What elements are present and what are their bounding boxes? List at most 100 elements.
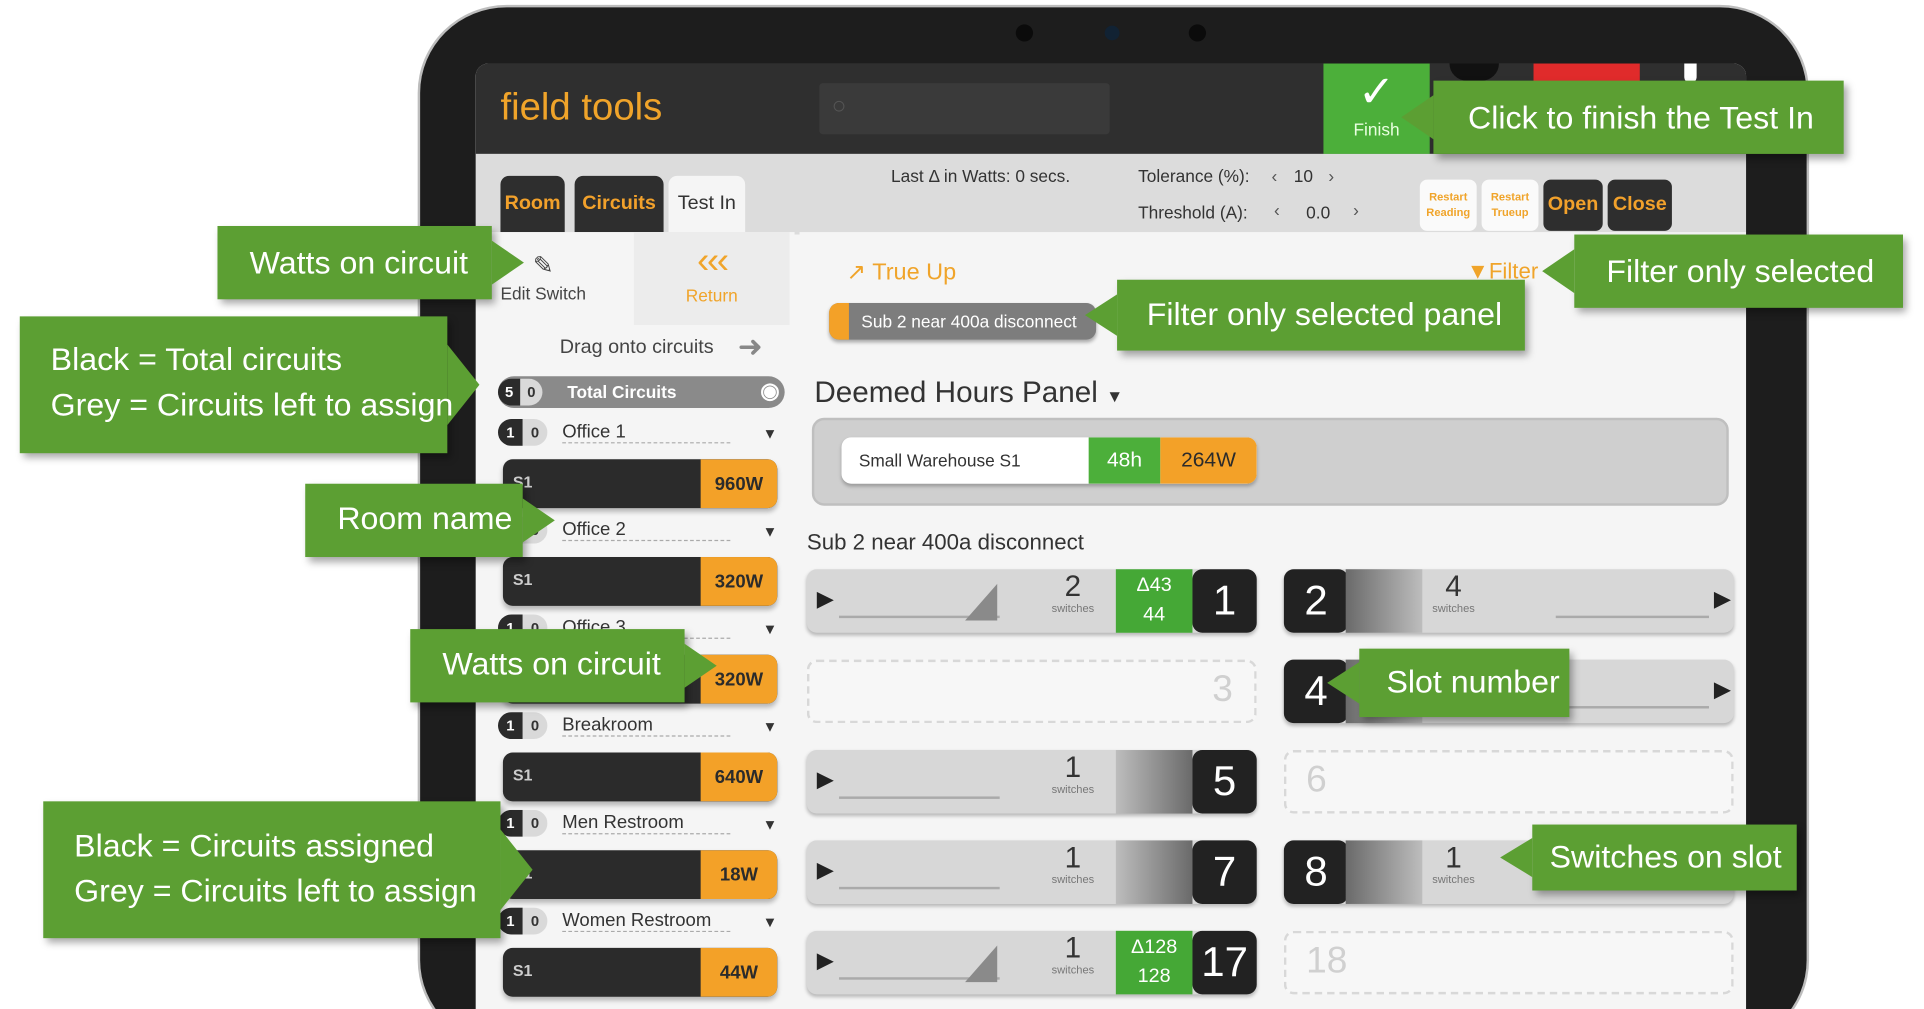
callout-filter-sel: Filter only selected	[1606, 252, 1875, 290]
expand-icon[interactable]: ▶	[1714, 586, 1731, 612]
chevron-down-icon[interactable]: ▼	[763, 425, 778, 442]
circuit-slot[interactable]: ▶ Δ128 128 1 switches 17	[806, 930, 1257, 995]
search-icon: ○	[831, 92, 847, 120]
deemed-hours-dropdown[interactable]: Deemed Hours Panel ▼	[814, 376, 1123, 410]
callout-pointer	[1542, 249, 1575, 294]
callout-assigned: Black = Circuits assigned Grey = Circuits…	[43, 801, 533, 939]
total-count-grey: 0	[520, 378, 543, 406]
camera-dot	[1015, 24, 1034, 42]
tolerance-increase-icon[interactable]: ›	[1328, 166, 1334, 186]
chevron-down-icon[interactable]: ▼	[763, 914, 778, 931]
true-up-button[interactable]: ↗ True Up	[846, 259, 956, 287]
slot-number: 6	[1306, 759, 1327, 801]
circuit-bar[interactable]: S1 18W	[502, 850, 778, 900]
slot-fill	[1345, 569, 1423, 633]
threshold-decrease-icon[interactable]: ‹	[1274, 200, 1280, 220]
return-label: Return	[685, 285, 738, 306]
chevron-down-icon[interactable]: ▼	[763, 718, 778, 735]
slot-track	[839, 796, 1000, 799]
room-name: Office 2	[562, 519, 731, 542]
switch-watts: 264W	[1160, 437, 1257, 484]
restart-reading-button[interactable]: Restart Reading	[1419, 179, 1477, 231]
switch-hours: 48h	[1088, 437, 1161, 484]
circuit-watts: 18W	[700, 850, 778, 900]
slot-number: 8	[1283, 840, 1349, 904]
room-circuits-assigned: 1	[497, 907, 523, 935]
callout-black-assigned: Black = Circuits assigned	[74, 826, 434, 864]
user-icon[interactable]	[1449, 63, 1499, 81]
switch-count: 1 switches	[1051, 932, 1095, 977]
circuit-slot[interactable]: ▶ 1 switches 5	[806, 750, 1257, 814]
circuit-slot[interactable]: ▶ 1 switches 7	[806, 840, 1257, 904]
total-circuits-bar[interactable]: 50 Total Circuits ◉	[497, 375, 785, 408]
panel-filter-chip[interactable]: Sub 2 near 400a disconnect	[829, 302, 1097, 340]
search-input[interactable]: ○	[819, 83, 1110, 135]
switch-count: 2 switches	[1051, 570, 1095, 615]
room-row[interactable]: 10 Women Restroom ▼	[497, 906, 785, 938]
slot-fill	[1115, 750, 1193, 814]
app-logo: field tools	[500, 85, 663, 129]
ramp-icon	[965, 945, 998, 983]
restart-trueup-button[interactable]: Restart Trueup	[1481, 179, 1539, 231]
switch-count: 1 switches	[1051, 841, 1095, 886]
room-row[interactable]: 10 Office 1 ▼	[497, 418, 785, 450]
close-button[interactable]: Close	[1607, 179, 1672, 231]
return-button[interactable]: ‹‹‹ Return	[633, 232, 790, 325]
circuit-bar[interactable]: S1 320W	[502, 557, 778, 606]
callout-watts2: Watts on circuit	[410, 629, 717, 703]
slot-number: 1	[1192, 569, 1257, 633]
callout-watts1: Watts on circuit	[249, 244, 469, 281]
tab-test-in[interactable]: Test In	[668, 175, 746, 233]
threshold-label: Threshold (A):	[1138, 202, 1248, 223]
threshold-increase-icon[interactable]: ›	[1353, 200, 1359, 220]
circuit-slot[interactable]: 2 4 switches ▶	[1283, 569, 1734, 633]
total-count-black: 5	[497, 378, 521, 406]
empty-slot[interactable]: 6	[1283, 750, 1734, 814]
empty-slot[interactable]: 3	[806, 659, 1257, 724]
eye-icon[interactable]: ◉	[760, 375, 779, 407]
circuit-slot[interactable]: ▶ Δ43 44 2 switches 1	[806, 569, 1257, 633]
switch-count: 1 switches	[1051, 751, 1095, 796]
room-row[interactable]: 10 Breakroom ▼	[497, 711, 785, 743]
callout-switches-slot: Switches on slot	[1549, 837, 1782, 875]
callout-slot-number: Slot number	[1386, 663, 1560, 700]
true-up-label: True Up	[872, 260, 957, 286]
room-circuits-left: 0	[522, 712, 548, 740]
expand-icon[interactable]: ▶	[817, 858, 834, 884]
tab-room[interactable]: Room	[500, 175, 565, 233]
expand-icon[interactable]: ▶	[1714, 677, 1731, 703]
expand-icon[interactable]: ▶	[817, 586, 834, 612]
callout-finish: Click to finish the Test In	[1468, 98, 1814, 136]
circuit-slot: S1	[512, 570, 533, 589]
tolerance-decrease-icon[interactable]: ‹	[1272, 166, 1278, 186]
drag-arrow-icon: ➜	[737, 331, 763, 365]
tolerance-label: Tolerance (%):	[1138, 166, 1250, 186]
callout-switches-slot: Switches on slot	[1500, 824, 1797, 891]
delta-badge: Δ43 44	[1115, 569, 1193, 633]
circuit-bar[interactable]: S1 44W	[502, 947, 778, 997]
circuit-bar[interactable]: S1 640W	[502, 752, 778, 802]
chevrons-left-icon: ‹‹‹	[696, 240, 729, 281]
caret-down-icon: ▼	[1106, 386, 1124, 406]
finish-label: Finish	[1353, 119, 1400, 140]
expand-icon[interactable]: ▶	[817, 948, 834, 974]
switch-chip[interactable]: Small Warehouse S1 48h 264W	[841, 437, 1257, 484]
ramp-icon	[965, 583, 998, 621]
expand-icon[interactable]: ▶	[817, 767, 834, 793]
chevron-down-icon[interactable]: ▼	[763, 816, 778, 833]
empty-slot[interactable]: 18	[1283, 930, 1734, 995]
chevron-down-icon[interactable]: ▼	[763, 621, 778, 638]
open-button[interactable]: Open	[1543, 179, 1603, 231]
room-row[interactable]: 10 Men Restroom ▼	[497, 809, 785, 841]
callout-filter-panel: Filter only selected panel	[1146, 295, 1503, 333]
slot-number: 7	[1192, 840, 1257, 904]
tab-circuits[interactable]: Circuits	[574, 175, 664, 233]
slot-number: 17	[1192, 930, 1257, 995]
room-circuits-assigned: 1	[497, 418, 523, 446]
chevron-down-icon[interactable]: ▼	[763, 523, 778, 540]
switch-name: Small Warehouse S1	[858, 450, 1021, 471]
circuit-slot: S1	[512, 961, 533, 980]
sensor-dot	[1188, 24, 1207, 42]
edit-switch-label: Edit Switch	[500, 283, 587, 303]
slot-fill	[1345, 840, 1423, 904]
